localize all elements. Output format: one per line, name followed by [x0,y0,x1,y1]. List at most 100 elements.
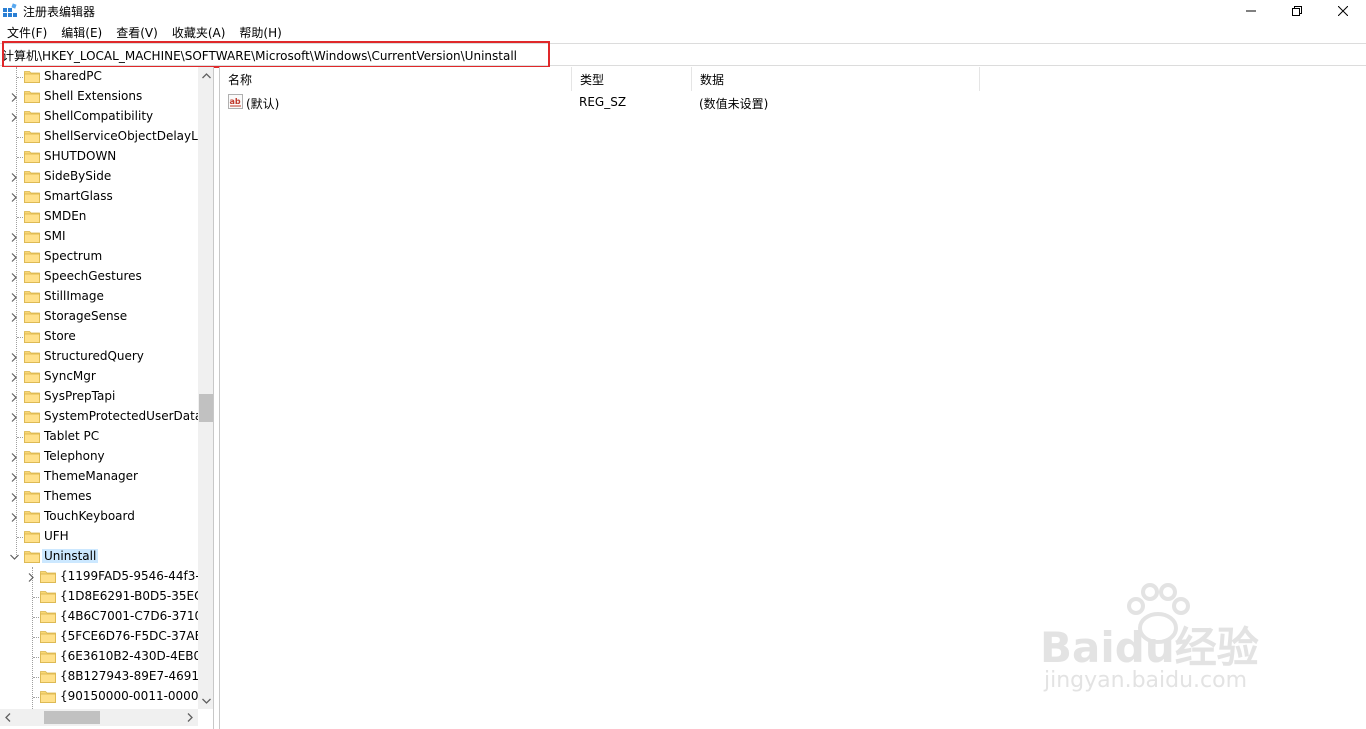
tree-vertical-scrollbar[interactable] [198,67,213,709]
folder-icon [24,190,40,203]
watermark-url: jingyan.baidu.com [1044,668,1248,693]
tree-node[interactable]: TouchKeyboard [0,507,198,527]
tree-node-label: {1199FAD5-9546-44f3-8 [60,569,198,583]
tree-horizontal-scrollbar[interactable] [0,709,198,726]
tree-node[interactable]: SystemProtectedUserData [0,407,198,427]
folder-icon [24,230,40,243]
tree-node-label: StorageSense [44,309,128,323]
value-name: (默认) [246,97,280,111]
folder-icon [24,490,40,503]
scroll-right-arrow-icon[interactable] [182,709,198,726]
folder-icon [24,470,40,483]
folder-icon [24,150,40,163]
scroll-thumb[interactable] [44,711,100,724]
tree-node[interactable]: Themes [0,487,198,507]
scroll-left-arrow-icon[interactable] [0,709,16,726]
expand-icon[interactable] [8,250,20,264]
folder-icon [24,450,40,463]
expand-icon[interactable] [8,490,20,504]
expand-icon[interactable] [25,570,37,584]
expand-icon[interactable] [8,270,20,284]
tree-node[interactable]: SharedPC [0,67,198,87]
tree-node[interactable]: SideBySide [0,167,198,187]
expand-icon[interactable] [8,350,20,364]
tree-node-label: ThemeManager [44,469,138,483]
close-button[interactable] [1320,0,1366,22]
tree-node[interactable]: StillImage [0,287,198,307]
expand-icon[interactable] [8,190,20,204]
expand-open-icon[interactable] [8,550,20,564]
column-type[interactable]: 类型 [572,67,692,91]
menu-help[interactable]: 帮助(H) [232,22,288,42]
expand-icon[interactable] [8,510,20,524]
expand-icon[interactable] [8,290,20,304]
tree-node[interactable]: StructuredQuery [0,347,198,367]
folder-icon [24,430,40,443]
tree-node[interactable]: Telephony [0,447,198,467]
tree-subnode[interactable]: {1199FAD5-9546-44f3-8 [0,567,198,587]
value-data: (数值未设置) [699,97,769,111]
folder-icon [40,690,56,703]
minimize-button[interactable] [1228,0,1274,22]
tree-node[interactable]: SMI [0,227,198,247]
scroll-up-arrow-icon[interactable] [198,67,213,84]
tree-node[interactable]: SMDEn [0,207,198,227]
tree-node-label: ShellServiceObjectDelayLo [44,129,198,143]
folder-icon [40,650,56,663]
tree-node[interactable]: UFH [0,527,198,547]
tree-node[interactable]: StorageSense [0,307,198,327]
tree-node-label: {5FCE6D76-F5DC-37AB- [60,629,198,643]
column-data[interactable]: 数据 [692,67,980,91]
restore-button[interactable] [1274,0,1320,22]
scroll-thumb[interactable] [199,394,213,422]
folder-icon [24,530,40,543]
expand-icon[interactable] [8,370,20,384]
value-row[interactable]: ab (默认) REG_SZ (数值未设置) [220,92,980,112]
tree-node[interactable]: SysPrepTapi [0,387,198,407]
tree-node-label: SmartGlass [44,189,113,203]
key-tree: SharedPC Shell Extensions ShellCompatibili… [0,67,214,729]
menu-favorites[interactable]: 收藏夹(A) [165,22,233,42]
tree-node-label: SysPrepTapi [44,389,116,403]
tree-node-label: Shell Extensions [44,89,143,103]
expand-icon[interactable] [8,110,20,124]
menu-view[interactable]: 查看(V) [109,22,165,42]
tree-node[interactable]: SpeechGestures [0,267,198,287]
tree-subnode[interactable]: {4B6C7001-C7D6-3710- [0,607,198,627]
title-bar: 注册表编辑器 [0,0,1366,22]
tree-subnode[interactable]: {6E3610B2-430D-4EB0- [0,647,198,667]
tree-node[interactable]: Shell Extensions [0,87,198,107]
folder-icon [24,70,40,83]
folder-icon [24,550,40,563]
tree-node[interactable]: Spectrum [0,247,198,267]
tree-subnode[interactable]: {90150000-0011-0000-1 [0,687,198,707]
tree-subnode[interactable]: {1D8E6291-B0D5-35EC- [0,587,198,607]
expand-icon[interactable] [8,310,20,324]
tree-node[interactable]: SHUTDOWN [0,147,198,167]
tree-node[interactable]: Store [0,327,198,347]
tree-node-label: SideBySide [44,169,112,183]
expand-icon[interactable] [8,230,20,244]
expand-icon[interactable] [8,170,20,184]
tree-subnode[interactable]: {8B127943-89E7-4691-A [0,667,198,687]
expand-icon[interactable] [8,90,20,104]
baidu-watermark: Baidu经验 jingyan.baidu.com [1040,580,1300,700]
tree-node[interactable]: ThemeManager [0,467,198,487]
menu-edit[interactable]: 编辑(E) [54,22,109,42]
menu-file[interactable]: 文件(F) [0,22,54,42]
tree-node-label: Themes [44,489,92,503]
tree-node[interactable]: SmartGlass [0,187,198,207]
tree-node[interactable]: ShellCompatibility [0,107,198,127]
tree-subnode[interactable]: {5FCE6D76-F5DC-37AB- [0,627,198,647]
expand-icon[interactable] [8,470,20,484]
expand-icon[interactable] [8,410,20,424]
folder-icon [40,570,56,583]
column-name[interactable]: 名称 [220,67,572,91]
tree-node[interactable]: Tablet PC [0,427,198,447]
tree-node[interactable]: SyncMgr [0,367,198,387]
tree-node[interactable]: ShellServiceObjectDelayLo [0,127,198,147]
expand-icon[interactable] [8,390,20,404]
scroll-down-arrow-icon[interactable] [198,692,213,709]
tree-node[interactable]: Uninstall [0,547,198,567]
expand-icon[interactable] [8,450,20,464]
